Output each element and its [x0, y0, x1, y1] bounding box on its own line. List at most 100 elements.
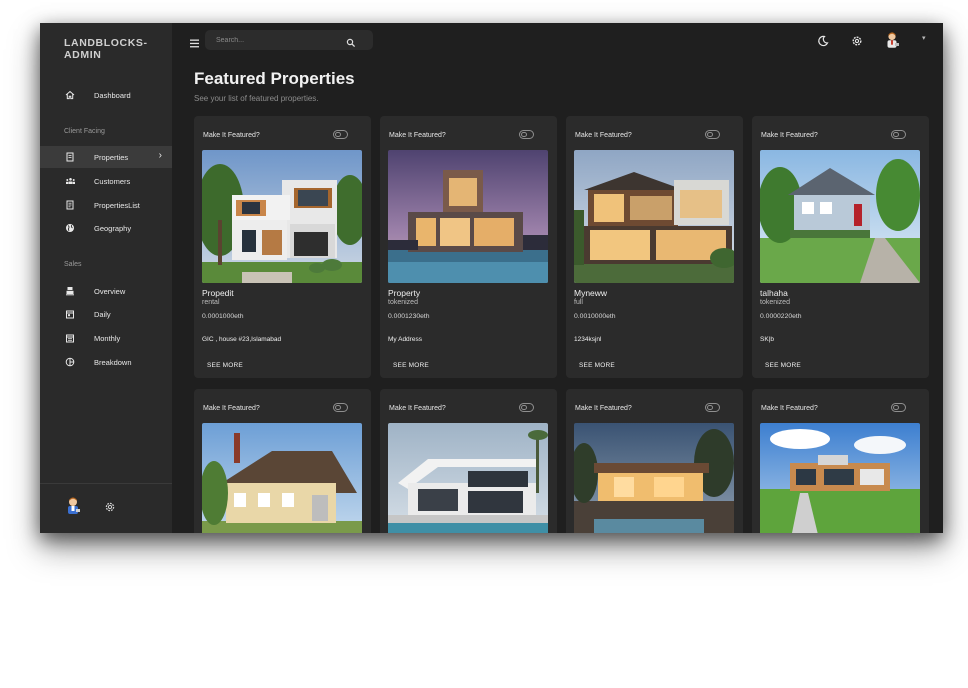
- toggle-knob: [335, 131, 341, 137]
- sidebar-item-label: Monthly: [94, 334, 121, 343]
- property-price: 0.0010000eth: [574, 313, 616, 320]
- sidebar-item-label: Overview: [94, 287, 126, 296]
- see-more-button[interactable]: SEE MORE: [393, 362, 429, 369]
- sidebar-item-monthly[interactable]: Monthly: [40, 327, 172, 349]
- sidebar-item-label: Breakdown: [94, 358, 132, 367]
- sidebar-item-label: Geography: [94, 224, 132, 233]
- featured-toggle[interactable]: [333, 130, 348, 139]
- property-address: SK|b: [760, 336, 774, 343]
- featured-label: Make It Featured?: [203, 132, 260, 139]
- see-more-button[interactable]: SEE MORE: [765, 362, 801, 369]
- groups-icon: [64, 175, 76, 187]
- brand-line-1: LANDBLOCKS-: [64, 37, 148, 49]
- menu-icon[interactable]: [190, 35, 200, 48]
- property-image[interactable]: [574, 423, 734, 533]
- property-card: Make It Featured?: [566, 389, 743, 533]
- section-label-client-facing: Client Facing: [64, 128, 105, 135]
- property-name: talhaha: [760, 288, 788, 298]
- property-price: 0.0001230eth: [388, 313, 430, 320]
- property-card: Make It Featured?: [752, 389, 929, 533]
- sidebar-item-geography[interactable]: Geography: [40, 217, 172, 239]
- property-card: Make It Featured? Myneww full 0.0010000e…: [566, 116, 743, 378]
- brand-logo: LANDBLOCKS- ADMIN: [64, 37, 164, 61]
- search-box: [205, 30, 373, 50]
- featured-toggle[interactable]: [519, 403, 534, 412]
- featured-toggle[interactable]: [333, 403, 348, 412]
- featured-toggle[interactable]: [705, 403, 720, 412]
- featured-label: Make It Featured?: [761, 405, 818, 412]
- receipt-icon: [64, 151, 76, 163]
- sidebar-item-breakdown[interactable]: Breakdown: [40, 351, 172, 373]
- settings-gear-icon[interactable]: [104, 500, 116, 512]
- topbar: ▾: [172, 23, 943, 59]
- property-price: 0.0001000eth: [202, 313, 244, 320]
- property-address: GIC , house #23,Islamabad: [202, 336, 282, 343]
- sidebar-item-overview[interactable]: Overview: [40, 280, 172, 302]
- toggle-knob: [707, 131, 713, 137]
- pie-chart-icon: [64, 356, 76, 368]
- sidebar-item-customers[interactable]: Customers: [40, 170, 172, 192]
- property-image[interactable]: [388, 150, 548, 283]
- property-card: Make It Featured?: [194, 116, 371, 378]
- property-card: Make It Featured? Property tokenized 0.0…: [380, 116, 557, 378]
- app-window: LANDBLOCKS- ADMIN Dashboard Client Facin…: [40, 23, 943, 533]
- user-avatar[interactable]: [884, 31, 901, 49]
- property-image[interactable]: [202, 423, 362, 533]
- sidebar-item-dashboard[interactable]: Dashboard: [40, 84, 172, 106]
- chevron-down-icon[interactable]: ▾: [922, 34, 926, 42]
- property-image[interactable]: [388, 423, 548, 533]
- property-image[interactable]: [760, 150, 920, 283]
- toggle-knob: [707, 404, 713, 410]
- property-name: Propedit: [202, 288, 234, 298]
- property-card: Make It Featured?: [380, 389, 557, 533]
- chevron-right-icon: ›: [158, 150, 162, 161]
- globe-icon: [64, 222, 76, 234]
- page-title: Featured Properties: [194, 69, 355, 88]
- settings-gear-icon[interactable]: [851, 34, 863, 46]
- search-input[interactable]: [216, 34, 336, 46]
- property-image[interactable]: [760, 423, 920, 533]
- property-address: My Address: [388, 336, 422, 343]
- sidebar-item-label: Dashboard: [94, 91, 131, 100]
- sidebar-item-label: PropertiesList: [94, 201, 140, 210]
- dark-mode-icon[interactable]: [817, 34, 829, 47]
- toggle-knob: [521, 131, 527, 137]
- toggle-knob: [335, 404, 341, 410]
- property-type: full: [574, 299, 583, 306]
- property-card: Make It Featured?: [194, 389, 371, 533]
- featured-label: Make It Featured?: [575, 132, 632, 139]
- property-price: 0.0000220eth: [760, 313, 802, 320]
- property-card: Make It Featured? talhaha tokenized 0.00…: [752, 116, 929, 378]
- toggle-knob: [893, 404, 899, 410]
- property-type: tokenized: [760, 299, 790, 306]
- featured-toggle[interactable]: [705, 130, 720, 139]
- featured-label: Make It Featured?: [389, 405, 446, 412]
- search-icon[interactable]: [346, 35, 356, 48]
- point-of-sale-icon: [64, 285, 76, 297]
- property-type: rental: [202, 299, 220, 306]
- sidebar-item-propertieslist[interactable]: PropertiesList: [40, 194, 172, 216]
- featured-label: Make It Featured?: [575, 405, 632, 412]
- sidebar-item-daily[interactable]: Daily: [40, 303, 172, 325]
- home-icon: [64, 89, 76, 101]
- sidebar-item-label: Properties: [94, 153, 129, 162]
- featured-toggle[interactable]: [519, 130, 534, 139]
- property-image[interactable]: [574, 150, 734, 283]
- property-image[interactable]: [202, 150, 362, 283]
- section-label-sales: Sales: [64, 261, 82, 268]
- featured-toggle[interactable]: [891, 130, 906, 139]
- sidebar-item-label: Daily: [94, 310, 111, 319]
- see-more-button[interactable]: SEE MORE: [207, 362, 243, 369]
- sidebar-item-properties[interactable]: Properties ›: [40, 146, 172, 168]
- see-more-button[interactable]: SEE MORE: [579, 362, 615, 369]
- sidebar: LANDBLOCKS- ADMIN Dashboard Client Facin…: [40, 23, 172, 533]
- property-name: Property: [388, 288, 421, 298]
- property-address: 1234ksjnl: [574, 336, 602, 343]
- toggle-knob: [893, 131, 899, 137]
- today-icon: [64, 308, 76, 320]
- featured-label: Make It Featured?: [761, 132, 818, 139]
- featured-label: Make It Featured?: [203, 405, 260, 412]
- user-avatar[interactable]: [64, 496, 82, 516]
- featured-toggle[interactable]: [891, 403, 906, 412]
- sidebar-item-label: Customers: [94, 177, 131, 186]
